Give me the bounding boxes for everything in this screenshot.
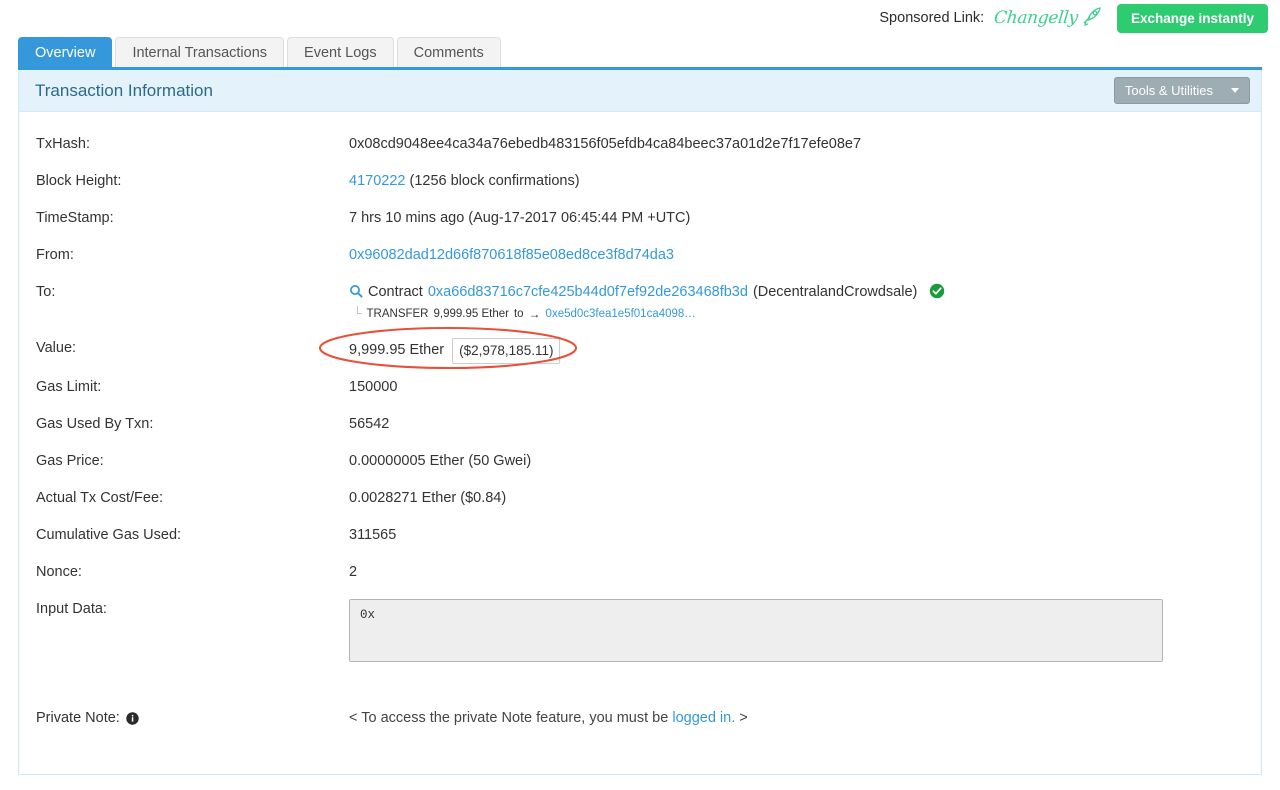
transaction-details-list: TxHash: 0x08cd9048ee4ca34a76ebedb483156f… xyxy=(19,112,1261,745)
block-confirmations: (1256 block confirmations) xyxy=(409,173,580,189)
gas-limit-value: 150000 xyxy=(349,379,398,395)
private-note-text-before: < To access the private Note feature, yo… xyxy=(349,710,669,726)
tab-event-logs[interactable]: Event Logs xyxy=(287,37,394,68)
row-nonce: Nonce: 2 xyxy=(19,562,1261,599)
value-value: 9,999.95 Ether ($2,978,185.11) xyxy=(318,326,1261,370)
txhash-value: 0x08cd9048ee4ca34a76ebedb483156f05efdb4c… xyxy=(349,136,862,152)
tx-fee-label: Actual Tx Cost/Fee: xyxy=(36,490,164,506)
from-label: From: xyxy=(36,247,74,263)
row-from: From: 0x96082dad12d66f870618f85e08ed8ce3… xyxy=(19,245,1261,282)
from-address-link[interactable]: 0x96082dad12d66f870618f85e08ed8ce3f8d74d… xyxy=(349,247,674,263)
cumulative-gas-value: 311565 xyxy=(349,527,397,543)
transfer-label: TRANSFER xyxy=(366,308,429,321)
nonce-value: 2 xyxy=(349,564,358,580)
gas-price-value: 0.00000005 Ether (50 Gwei) xyxy=(349,453,532,469)
contract-name: (DecentralandCrowdsale) xyxy=(752,284,918,300)
page-title: Transaction Information xyxy=(35,80,213,100)
tools-and-utilities-button[interactable]: Tools & Utilities xyxy=(1113,77,1250,104)
nonce-label: Nonce: xyxy=(36,564,82,580)
row-gas-used: Gas Used By Txn: 56542 xyxy=(19,414,1261,451)
gas-used-label: Gas Used By Txn: xyxy=(36,416,154,432)
tab-internal-transactions[interactable]: Internal Transactions xyxy=(115,37,285,68)
transfer-to-word: to xyxy=(513,308,524,321)
block-height-label: Block Height: xyxy=(36,173,122,189)
value-usd: ($2,978,185.11) xyxy=(452,338,561,364)
info-icon[interactable] xyxy=(126,711,139,725)
card-header: Transaction Information Tools & Utilitie… xyxy=(19,70,1261,112)
tools-button-label: Tools & Utilities xyxy=(1124,83,1213,98)
row-timestamp: TimeStamp: 7 hrs 10 mins ago (Aug-17-201… xyxy=(19,208,1261,245)
input-data-value xyxy=(349,599,1261,669)
input-data-textarea[interactable] xyxy=(349,599,1163,662)
block-height-value: 4170222 (1256 block confirmations) xyxy=(349,171,1261,192)
sponsored-label: Sponsored Link: xyxy=(879,10,985,26)
row-cumulative-gas: Cumulative Gas Used: 311565 xyxy=(19,525,1261,562)
block-height-link[interactable]: 4170222 xyxy=(349,173,405,189)
internal-transfer-line: └ TRANSFER 9,999.95 Ether to → 0xe5d0c3f… xyxy=(353,306,1261,323)
check-circle-icon xyxy=(929,283,945,303)
row-txhash: TxHash: 0x08cd9048ee4ca34a76ebedb483156f… xyxy=(19,134,1261,171)
private-note-text-after: > xyxy=(739,710,748,726)
rocket-icon xyxy=(1081,6,1103,30)
value-amount-group: 9,999.95 Ether ($2,978,185.11) xyxy=(318,326,578,370)
exchange-instantly-button[interactable]: Exchange instantly xyxy=(1116,3,1268,33)
tab-overview[interactable]: Overview xyxy=(18,37,113,68)
row-private-note: Private Note: < To access the private No… xyxy=(19,708,1261,745)
value-label: Value: xyxy=(36,340,77,356)
from-value: 0x96082dad12d66f870618f85e08ed8ce3f8d74d… xyxy=(349,245,1261,266)
gas-used-value: 56542 xyxy=(349,416,390,432)
sponsored-link-bar: Sponsored Link: Changelly Exchange insta… xyxy=(0,0,1280,36)
timestamp-label: TimeStamp: xyxy=(36,210,114,226)
changelly-wordmark: Changelly xyxy=(993,8,1080,28)
row-input-data: Input Data: xyxy=(19,599,1261,683)
transfer-recipient-link[interactable]: 0xe5d0c3fea1e5f01ca4098… xyxy=(546,306,696,323)
tree-branch-icon: └ xyxy=(353,305,362,320)
timestamp-value: 7 hrs 10 mins ago (Aug-17-2017 06:45:44 … xyxy=(349,210,691,226)
to-label: To: xyxy=(36,284,56,300)
transfer-amount: 9,999.95 Ether xyxy=(433,308,509,321)
row-tx-fee: Actual Tx Cost/Fee: 0.0028271 Ether ($0.… xyxy=(19,488,1261,525)
chevron-down-icon xyxy=(1231,88,1239,93)
tab-bar: Overview Internal Transactions Event Log… xyxy=(18,36,1262,68)
row-value: Value: 9,999.95 Ether ($2,978,185.11) xyxy=(19,326,1261,377)
tab-comments[interactable]: Comments xyxy=(396,37,501,68)
transaction-information-card: Transaction Information Tools & Utilitie… xyxy=(18,70,1262,775)
contract-prefix: Contract xyxy=(368,284,423,300)
gas-price-label: Gas Price: xyxy=(36,453,104,469)
cumulative-gas-label: Cumulative Gas Used: xyxy=(36,527,182,543)
value-ether: 9,999.95 Ether xyxy=(349,342,445,359)
changelly-logo[interactable]: Changelly xyxy=(993,6,1103,30)
tx-fee-value: 0.0028271 Ether ($0.84) xyxy=(349,490,507,506)
txhash-label: TxHash: xyxy=(36,136,90,152)
arrow-right-icon: → xyxy=(528,307,541,322)
row-block-height: Block Height: 4170222 (1256 block confir… xyxy=(19,171,1261,208)
private-note-label-group: Private Note: xyxy=(36,708,349,726)
row-to: To: Contract 0xa66d83716c7cfe425b44d0f7e… xyxy=(19,282,1261,338)
logged-in-link[interactable]: logged in. xyxy=(672,710,735,726)
to-value: Contract 0xa66d83716c7cfe425b44d0f7ef92d… xyxy=(349,282,1261,323)
private-note-label: Private Note: xyxy=(36,710,120,726)
magnifier-icon[interactable] xyxy=(349,284,363,302)
input-data-label: Input Data: xyxy=(36,601,107,617)
row-gas-price: Gas Price: 0.00000005 Ether (50 Gwei) xyxy=(19,451,1261,488)
page-root: Sponsored Link: Changelly Exchange insta… xyxy=(0,0,1280,790)
private-note-message: < To access the private Note feature, yo… xyxy=(349,708,1261,729)
gas-limit-label: Gas Limit: xyxy=(36,379,102,395)
to-contract-address-link[interactable]: 0xa66d83716c7cfe425b44d0f7ef92de263468fb… xyxy=(428,282,748,303)
row-gas-limit: Gas Limit: 150000 xyxy=(19,377,1261,414)
